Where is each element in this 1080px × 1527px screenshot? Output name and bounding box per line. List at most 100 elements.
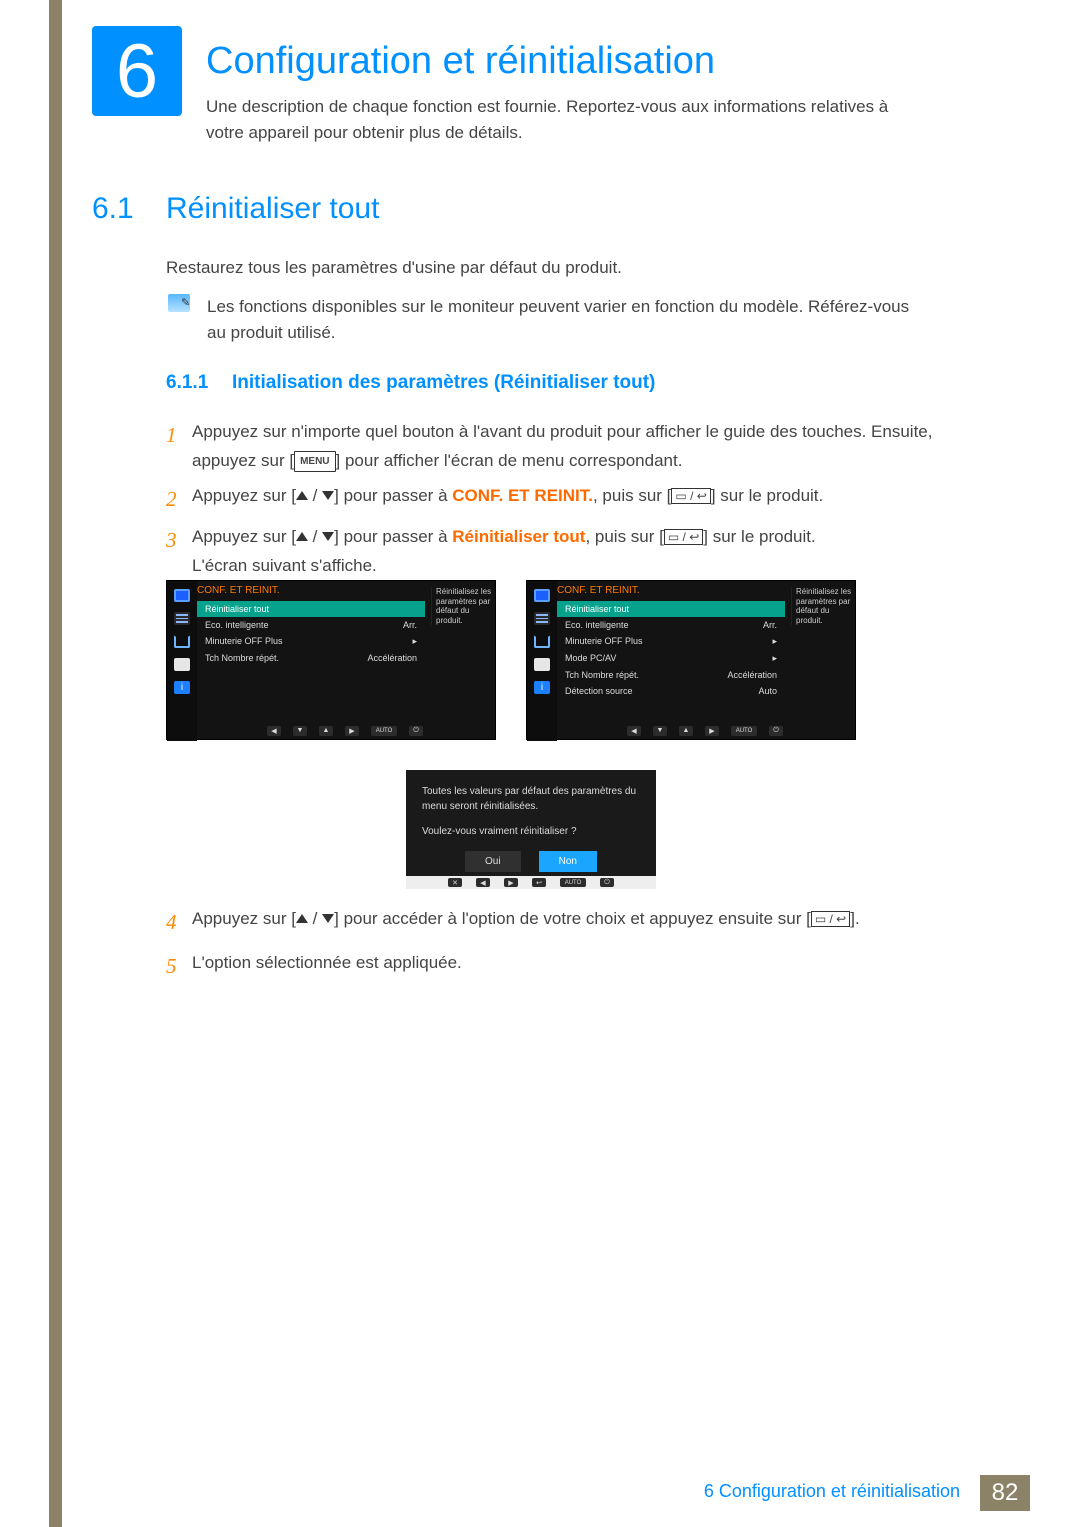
- chapter-description: Une description de chaque fonction est f…: [206, 94, 926, 147]
- step-text: ] pour passer à: [334, 486, 452, 505]
- dialog-yes-button[interactable]: Oui: [465, 851, 521, 872]
- osd-row: Réinitialiser tout: [197, 601, 425, 617]
- dialog-text-1: Toutes les valeurs par défaut des paramè…: [422, 784, 640, 814]
- up-icon: [296, 914, 308, 923]
- step-text: L'écran suivant s'affiche.: [192, 552, 956, 581]
- picture-icon: [534, 589, 550, 602]
- right-icon: ▶: [705, 726, 719, 736]
- step-text: , puis sur [: [585, 527, 663, 546]
- osd-row-value: ▸: [412, 636, 417, 647]
- gear-icon: [174, 658, 190, 671]
- osd-row-label: Minuterie OFF Plus: [565, 636, 643, 647]
- down-icon: ▼: [293, 726, 307, 736]
- section-paragraph: Restaurez tous les paramètres d'usine pa…: [166, 258, 926, 278]
- osd-menu-right: i CONF. ET REINIT. Réinitialiser tout Ec…: [526, 580, 856, 740]
- note-text: Les fonctions disponibles sur le moniteu…: [207, 294, 927, 347]
- steps-after: 4 Appuyez sur [ / ] pour accéder à l'opt…: [166, 904, 956, 992]
- step-text: ].: [850, 909, 859, 928]
- osd-row-value: Arr.: [403, 620, 417, 630]
- source-enter-icon: ▭ / ↩: [811, 911, 850, 927]
- power-icon: ⏻: [600, 878, 614, 887]
- right-icon: ▶: [504, 878, 518, 887]
- dialog-text-2: Voulez-vous vraiment réinitialiser ?: [422, 824, 640, 839]
- power-icon: ⏻: [409, 726, 423, 736]
- step-text: Appuyez sur [: [192, 909, 296, 928]
- picture-icon: [174, 589, 190, 602]
- steps-list: 1 Appuyez sur n'importe quel bouton à l'…: [166, 418, 956, 587]
- osd-buttonbar: ◀ ▼ ▲ ▶ AUTO ⏻: [557, 724, 853, 737]
- rotate-icon: [534, 635, 550, 648]
- osd-row: Eco. intelligente Arr.: [197, 617, 425, 633]
- osd-sidebar: i: [527, 581, 557, 741]
- up-icon: ▲: [679, 726, 693, 736]
- osd-row-label: Mode PC/AV: [565, 653, 616, 664]
- list-icon: [174, 612, 190, 625]
- page-number: 82: [980, 1475, 1030, 1511]
- step-text: ] sur le produit.: [703, 527, 815, 546]
- subsection-number: 6.1.1: [166, 372, 208, 394]
- dialog-buttonbar: ✕ ◀ ▶ ↩ AUTO ⏻: [406, 876, 656, 889]
- step-text: Appuyez sur [: [192, 527, 296, 546]
- osd-row: Réinitialiser tout: [557, 601, 785, 617]
- osd-header: CONF. ET REINIT.: [197, 585, 280, 596]
- step-4: 4 Appuyez sur [ / ] pour accéder à l'opt…: [166, 904, 956, 942]
- down-icon: [322, 491, 334, 500]
- close-icon: ✕: [448, 878, 462, 887]
- osd-row-label: Réinitialiser tout: [565, 604, 629, 614]
- left-icon: ◀: [627, 726, 641, 736]
- step-text: , puis sur [: [593, 486, 671, 505]
- step-number: 1: [166, 418, 192, 476]
- right-icon: ▶: [345, 726, 359, 736]
- osd-row-label: Tch Nombre répét.: [205, 653, 279, 663]
- osd-row: Tch Nombre répét.Accélération: [197, 650, 425, 666]
- osd-row: Eco. intelligenteArr.: [557, 617, 785, 633]
- step-text: ] pour passer à: [334, 527, 452, 546]
- footer-chapter-title: 6 Configuration et réinitialisation: [704, 1481, 960, 1502]
- source-enter-icon: ▭ / ↩: [664, 529, 703, 545]
- gear-icon: [534, 658, 550, 671]
- osd-hint: Réinitialisez les paramètres par défaut …: [791, 587, 853, 625]
- auto-button: AUTO: [560, 878, 586, 887]
- left-strip: [49, 0, 62, 1527]
- left-icon: ◀: [267, 726, 281, 736]
- highlight-conf: CONF. ET REINIT.: [452, 486, 593, 505]
- osd-row-label: Minuterie OFF Plus: [205, 636, 283, 647]
- step-3: 3 Appuyez sur [ / ] pour passer à Réinit…: [166, 523, 956, 581]
- up-icon: [296, 532, 308, 541]
- dialog-no-button[interactable]: Non: [539, 851, 597, 872]
- osd-rows: Réinitialiser tout Eco. intelligente Arr.…: [197, 601, 425, 666]
- section-title: Réinitialiser tout: [166, 192, 379, 226]
- osd-row-value: Arr.: [763, 620, 777, 630]
- up-icon: [296, 491, 308, 500]
- menu-button-label: MENU: [294, 451, 335, 472]
- osd-row: Minuterie OFF Plus ▸: [557, 633, 785, 650]
- osd-row-label: Tch Nombre répét.: [565, 670, 639, 680]
- auto-button: AUTO: [371, 726, 397, 736]
- highlight-reinit: Réinitialiser tout: [452, 527, 585, 546]
- osd-row: Tch Nombre répét.Accélération: [557, 667, 785, 683]
- osd-row-value: Auto: [758, 686, 777, 696]
- subsection-title: Initialisation des paramètres (Réinitial…: [232, 372, 655, 394]
- list-icon: [534, 612, 550, 625]
- osd-hint: Réinitialisez les paramètres par défaut …: [431, 587, 493, 625]
- osd-menu-left: i CONF. ET REINIT. Réinitialiser tout Ec…: [166, 580, 496, 740]
- osd-row-label: Eco. intelligente: [205, 620, 269, 630]
- chapter-title: Configuration et réinitialisation: [206, 40, 715, 83]
- osd-rows: Réinitialiser tout Eco. intelligenteArr.…: [557, 601, 785, 699]
- down-icon: [322, 914, 334, 923]
- step-text: Appuyez sur [: [192, 486, 296, 505]
- step-1: 1 Appuyez sur n'importe quel bouton à l'…: [166, 418, 956, 476]
- step-number: 4: [166, 904, 192, 942]
- info-icon: i: [534, 681, 550, 694]
- power-icon: ⏻: [769, 726, 783, 736]
- osd-buttonbar: ◀ ▼ ▲ ▶ AUTO ⏻: [197, 724, 493, 737]
- osd-row: Détection source Auto: [557, 683, 785, 699]
- osd-row-label: Détection source: [565, 686, 633, 696]
- osd-row-value: ▸: [772, 636, 777, 647]
- osd-row: Mode PC/AV▸: [557, 650, 785, 667]
- step-2: 2 Appuyez sur [ / ] pour passer à CONF. …: [166, 482, 956, 518]
- info-icon: i: [174, 681, 190, 694]
- enter-icon: ↩: [532, 878, 546, 887]
- left-icon: ◀: [476, 878, 490, 887]
- step-text: L'option sélectionnée est appliquée.: [192, 948, 956, 986]
